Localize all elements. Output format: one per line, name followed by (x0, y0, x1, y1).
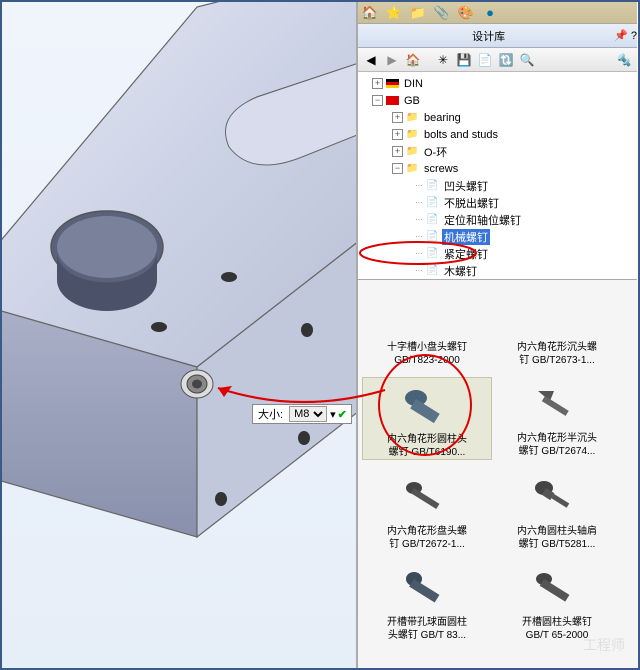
tab-folder-icon[interactable]: 📁 (406, 2, 430, 23)
panel-top-tabs: 🏠 ⭐ 📁 📎 🎨 ● (358, 2, 637, 24)
tree-bolts[interactable]: bolts and studs (422, 129, 500, 141)
tree-bearing[interactable]: bearing (422, 112, 463, 124)
tree-s5[interactable]: 紧定螺钉 (442, 246, 490, 262)
thumbnail-grid[interactable]: 十字槽小盘头螺钉GB/T823-2000 内六角花形沉头螺钉 GB/T2673-… (358, 280, 637, 668)
screw-icon (532, 383, 582, 427)
tree-s3[interactable]: 定位和轴位螺钉 (442, 212, 523, 228)
screw-icon (402, 384, 452, 428)
thumb-item[interactable]: 内六角花形盘头螺钉 GB/T2672-1... (362, 470, 492, 551)
fwd-icon[interactable]: ▶ (383, 51, 401, 69)
thumb-item[interactable]: 内六角花形半沉头螺钉 GB/T2674... (492, 377, 622, 460)
tree-s6[interactable]: 木螺钉 (442, 263, 479, 279)
tree-screws[interactable]: screws (422, 163, 460, 175)
folder-icon: 📁 (406, 112, 420, 123)
tree-s2[interactable]: 不脱出螺钉 (442, 195, 501, 211)
search-icon[interactable]: 🔍 (518, 51, 536, 69)
design-library-panel: 🏠 ⭐ 📁 📎 🎨 ● 设计库 📌 ? ◀ ▶ 🏠 ✳ 💾 📄 🔃 🔍 🔩 + D… (357, 2, 637, 668)
thumb-item[interactable]: 内六角花形沉头螺钉 GB/T2673-1... (492, 286, 622, 367)
bolt-icon[interactable]: 🔩 (615, 51, 633, 69)
panel-title: 设计库 (366, 28, 611, 44)
help-icon[interactable]: ? (631, 30, 637, 42)
tab-palette-icon[interactable]: 🎨 (454, 2, 478, 23)
pin-icon[interactable]: 📌 (614, 29, 628, 42)
thumb-item[interactable]: 开槽带孔球面圆柱头螺钉 GB/T 83... (362, 561, 492, 642)
save-icon[interactable]: 💾 (455, 51, 473, 69)
home-icon[interactable]: 🏠 (404, 51, 422, 69)
screw-icon (402, 476, 452, 520)
collapse-icon[interactable]: − (372, 95, 383, 106)
tab-fav-icon[interactable]: ⭐ (382, 2, 406, 23)
tree-s4-selected[interactable]: 机械螺钉 (442, 229, 490, 245)
tab-home-icon[interactable]: 🏠 (358, 2, 382, 23)
tree-din[interactable]: DIN (402, 78, 425, 90)
size-label: 大小: (255, 406, 286, 422)
tree-gb[interactable]: GB (402, 95, 422, 107)
copy-icon[interactable]: 📄 (476, 51, 494, 69)
dropdown-arrow-icon[interactable]: ▾ (330, 408, 336, 421)
part-icon: 📄 (426, 180, 440, 191)
size-dropdown[interactable]: M8 (289, 406, 327, 422)
screw-icon (402, 567, 452, 611)
screw-icon (532, 567, 582, 611)
tree-s1[interactable]: 凹头螺钉 (442, 178, 490, 194)
panel-toolbar: ◀ ▶ 🏠 ✳ 💾 📄 🔃 🔍 🔩 (358, 48, 637, 72)
refresh-icon[interactable]: 🔃 (497, 51, 515, 69)
tab-orb-icon[interactable]: ● (478, 2, 502, 23)
thumb-item[interactable]: 内六角圆柱头轴肩螺钉 GB/T5281... (492, 470, 622, 551)
thumb-item-selected[interactable]: 内六角花形圆柱头螺钉 GB/T6190... (362, 377, 492, 460)
confirm-icon[interactable]: ✔ (338, 408, 347, 421)
tab-clip-icon[interactable]: 📎 (430, 2, 454, 23)
collapse-icon[interactable]: − (392, 163, 403, 174)
flag-de-icon (386, 79, 399, 88)
back-icon[interactable]: ◀ (362, 51, 380, 69)
size-popup: 大小: M8 ▾ ✔ (252, 404, 352, 424)
thumb-item[interactable]: 十字槽小盘头螺钉GB/T823-2000 (362, 286, 492, 367)
tree-oring[interactable]: O-环 (422, 144, 449, 160)
expand-icon[interactable]: + (372, 78, 383, 89)
flag-cn-icon (386, 96, 399, 105)
standards-tree[interactable]: +DIN −GB +📁bearing +📁bolts and studs +📁O… (358, 72, 637, 280)
model-viewport[interactable]: 大小: M8 ▾ ✔ (2, 2, 357, 668)
new-icon[interactable]: ✳ (434, 51, 452, 69)
panel-titlebar: 设计库 📌 ? (358, 24, 637, 48)
thumb-item[interactable]: 开槽圆柱头螺钉GB/T 65-2000 (492, 561, 622, 642)
screw-icon (532, 476, 582, 520)
